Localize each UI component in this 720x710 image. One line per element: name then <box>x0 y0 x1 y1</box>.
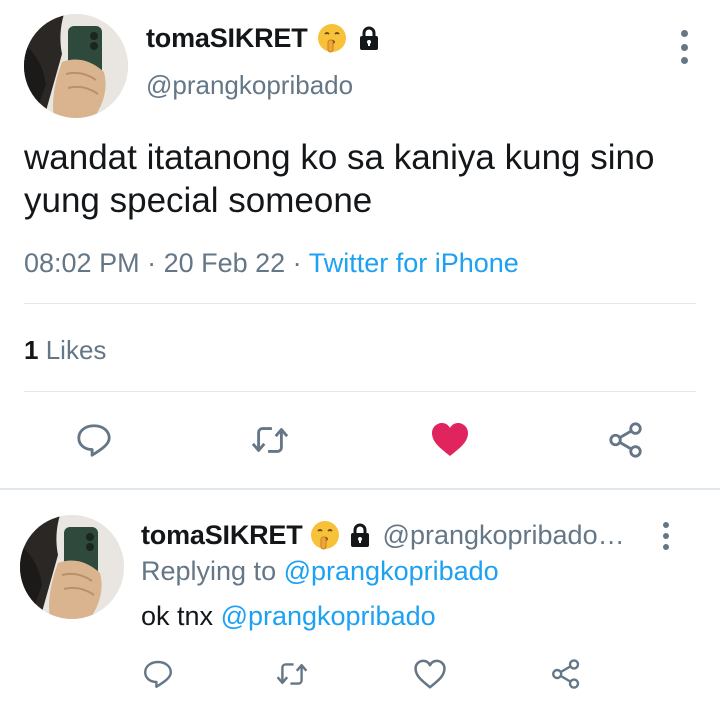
avatar-photo <box>20 515 124 619</box>
replying-to: Replying to @prangkopribado <box>141 556 499 587</box>
share-button[interactable] <box>604 420 648 460</box>
meta-separator: · <box>139 248 164 278</box>
reply-body: ok tnx <box>141 601 214 631</box>
tweet-time: 08:02 PM <box>24 248 140 278</box>
heart-icon <box>432 423 468 456</box>
dot <box>663 522 669 528</box>
like-button[interactable] <box>428 420 472 460</box>
reply-avatar[interactable] <box>20 515 124 619</box>
retweet-button[interactable] <box>248 420 292 460</box>
dot <box>663 544 669 550</box>
replying-to-mention[interactable]: @prangkopribado <box>284 556 499 586</box>
dot <box>680 57 688 64</box>
reply-like-button[interactable] <box>410 656 450 692</box>
reply-reply-button[interactable] <box>138 656 178 692</box>
reply-mention[interactable]: @prangkopribado <box>221 601 436 631</box>
avatar[interactable] <box>24 14 128 118</box>
tweet-text: wandat itatanong ko sa kaniya kung sino … <box>24 138 655 220</box>
reply-more-options-icon[interactable] <box>661 522 671 550</box>
reply-share-button[interactable] <box>546 656 586 692</box>
divider <box>24 303 696 304</box>
shushing-face-icon <box>316 22 348 54</box>
dot <box>663 533 669 539</box>
reply-author-handle[interactable]: @prangkopribado… <box>383 520 625 551</box>
tweet-meta: 08:02 PM · 20 Feb 22 · Twitter for iPhon… <box>24 248 519 279</box>
reply-icon <box>77 424 111 457</box>
reply-icon <box>144 660 172 688</box>
section-divider <box>0 488 720 490</box>
lock-icon <box>356 25 382 51</box>
display-name[interactable]: tomaSIKRET <box>146 23 308 54</box>
heart-icon <box>414 659 446 689</box>
shushing-face-icon <box>309 519 341 551</box>
reply-author-row: tomaSIKRET @prangkopribado… <box>141 519 625 551</box>
likes-count[interactable]: 1 Likes <box>24 335 106 366</box>
share-icon <box>552 659 580 689</box>
replying-to-label: Replying to <box>141 556 277 586</box>
retweet-icon <box>251 427 289 453</box>
meta-separator: · <box>285 248 309 278</box>
reply-text: ok tnx @prangkopribado <box>141 601 436 632</box>
lock-icon <box>347 522 373 548</box>
tweet-source-link[interactable]: Twitter for iPhone <box>309 248 519 278</box>
more-options-icon[interactable] <box>678 30 690 64</box>
dot <box>680 43 688 51</box>
reply-button[interactable] <box>72 420 116 460</box>
author-handle[interactable]: @prangkopribado <box>146 70 353 101</box>
avatar-photo <box>24 14 128 118</box>
likes-label: Likes <box>45 335 107 365</box>
author-name-row: tomaSIKRET <box>146 22 382 54</box>
dot <box>680 30 688 37</box>
share-icon <box>609 422 642 458</box>
divider <box>24 391 696 392</box>
reply-retweet-button[interactable] <box>272 656 312 692</box>
main-tweet: tomaSIKRET @prangkopribado wandat itatan… <box>0 0 720 490</box>
retweet-icon <box>276 663 308 685</box>
reply-display-name[interactable]: tomaSIKRET <box>141 520 303 551</box>
tweet-date: 20 Feb 22 <box>163 248 286 278</box>
likes-number: 1 <box>24 335 39 365</box>
